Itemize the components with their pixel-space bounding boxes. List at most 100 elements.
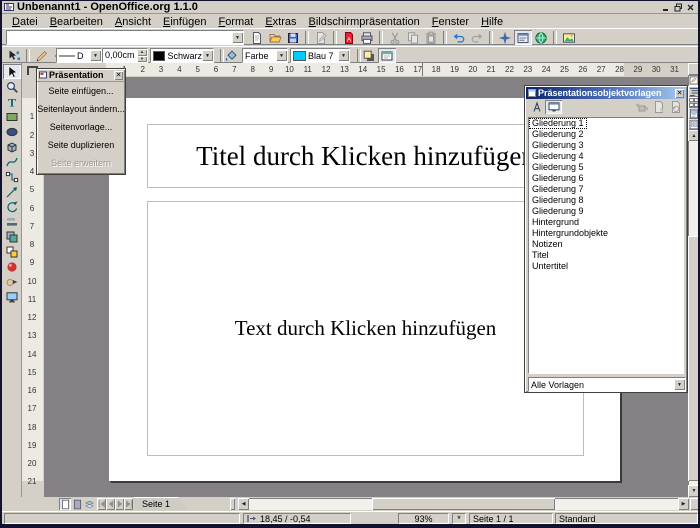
style-item-untertitel[interactable]: Untertitel [529, 261, 683, 272]
palette-item-seitenvorlage[interactable]: Seitenvorlage... [37, 118, 125, 136]
curve-tool-button[interactable] [3, 154, 21, 169]
close-button[interactable] [685, 2, 696, 12]
slide-tab[interactable]: Seite 1 [134, 497, 188, 510]
line-style-arrow[interactable]: ▼ [90, 50, 101, 61]
style-item-hintergrundobjekte[interactable]: Hintergrundobjekte [529, 228, 683, 239]
presentation-box-toggle-button[interactable] [378, 48, 396, 63]
effects-tool-button[interactable] [3, 259, 21, 274]
palette-close-button[interactable]: ✕ [114, 71, 123, 80]
outline-view-button[interactable] [688, 86, 698, 97]
edit-points-button[interactable] [5, 48, 23, 63]
drawing-view-button[interactable] [688, 75, 698, 86]
menu-format[interactable]: Format [212, 16, 259, 28]
rectangle-tool-button[interactable] [3, 109, 21, 124]
title-placeholder[interactable]: Titel durch Klicken hinzufügen [147, 124, 584, 188]
menu-bildschirmprasentation[interactable]: Bildschirmpräsentation [303, 16, 426, 28]
style-item-notizen[interactable]: Notizen [529, 239, 683, 250]
text-tool-button[interactable]: T [3, 94, 21, 109]
connector-tool-button[interactable] [3, 169, 21, 184]
open-document-button[interactable] [266, 30, 284, 45]
background-mode-button[interactable] [71, 498, 83, 510]
fill-color-select[interactable]: Blau 7 ▼ [290, 48, 350, 63]
ruler-corner-button[interactable] [688, 63, 698, 75]
fill-bucket-button[interactable] [222, 48, 240, 63]
notes-view-button[interactable] [688, 108, 698, 119]
scroll-down-button[interactable]: ▼ [688, 485, 698, 497]
style-item-gliederung-6[interactable]: Gliederung 6 [529, 173, 683, 184]
style-item-gliederung-2[interactable]: Gliederung 2 [529, 129, 683, 140]
restore-button[interactable] [673, 2, 684, 12]
line-width-spinner[interactable]: 0,00cm ▲▼ [102, 48, 148, 63]
lines-arrows-tool-button[interactable] [3, 184, 21, 199]
url-dropdown-arrow[interactable]: ▼ [232, 32, 243, 43]
status-zoom-field[interactable]: 93% [398, 513, 449, 524]
style-filter-arrow[interactable]: ▼ [674, 379, 685, 390]
3d-objects-tool-button[interactable] [3, 139, 21, 154]
menu-ansicht[interactable]: Ansicht [109, 16, 157, 28]
horizontal-scrollbar-track[interactable] [249, 498, 678, 510]
url-combobox[interactable]: ▼ [6, 30, 244, 45]
scroll-up-button[interactable]: ▲ [688, 130, 698, 141]
palette-item-seite-duplizieren[interactable]: Seite duplizieren [37, 136, 125, 154]
style-item-gliederung-9[interactable]: Gliederung 9 [529, 206, 683, 217]
insert-tool-button[interactable] [3, 244, 21, 259]
select-tool-button[interactable] [3, 64, 21, 79]
line-width-down[interactable]: ▼ [137, 56, 147, 63]
line-color-arrow[interactable]: ▼ [202, 50, 213, 61]
stylist-close-button[interactable]: ✕ [675, 89, 684, 98]
handout-view-button[interactable] [688, 119, 698, 130]
undo-button[interactable] [450, 30, 468, 45]
menu-bearbeiten[interactable]: Bearbeiten [44, 16, 109, 28]
menu-extras[interactable]: Extras [259, 16, 302, 28]
graphic-styles-button[interactable] [528, 100, 545, 114]
slide-view-button[interactable] [688, 97, 698, 108]
fill-type-select[interactable]: Farbe ▼ [242, 48, 288, 63]
style-item-titel[interactable]: Titel [529, 250, 683, 261]
scroll-right-button[interactable]: ▶ [678, 498, 689, 510]
body-placeholder[interactable]: Text durch Klicken hinzufügen [147, 201, 584, 456]
save-document-button[interactable] [284, 30, 302, 45]
pen-line-button[interactable] [33, 48, 51, 63]
fill-color-arrow[interactable]: ▼ [338, 50, 349, 61]
menu-einfugen[interactable]: Einfügen [157, 16, 212, 28]
palette-item-seite-einfugen[interactable]: Seite einfügen... [37, 82, 125, 100]
status-position-field[interactable]: 18,45 / -0,54 [243, 513, 351, 524]
style-item-gliederung-3[interactable]: Gliederung 3 [529, 140, 683, 151]
vertical-scrollbar-track[interactable] [688, 141, 698, 485]
tab-scrollbar-splitter[interactable] [230, 498, 235, 510]
menu-fenster[interactable]: Fenster [426, 16, 475, 28]
status-page-field[interactable]: Seite 1 / 1 [469, 513, 553, 524]
ellipse-tool-button[interactable] [3, 124, 21, 139]
gallery-button[interactable] [560, 30, 578, 45]
style-filter-select[interactable]: Alle Vorlagen ▼ [528, 377, 686, 392]
stylist-button[interactable] [514, 30, 532, 45]
shadow-button[interactable] [360, 48, 378, 63]
minimize-button[interactable] [661, 2, 672, 12]
layer-mode-button[interactable] [83, 498, 95, 510]
style-item-gliederung-1[interactable]: Gliederung 1 [529, 118, 587, 129]
line-style-select[interactable]: D ▼ [56, 48, 102, 63]
navigator-button[interactable] [496, 30, 514, 45]
resize-corner[interactable] [690, 498, 698, 510]
horizontal-scrollbar-thumb[interactable] [372, 498, 555, 510]
menu-datei[interactable]: Datei [6, 16, 44, 28]
style-item-hintergrund[interactable]: Hintergrund [529, 217, 683, 228]
slideshow-button-button[interactable] [3, 289, 21, 304]
alignment-tool-button[interactable] [3, 214, 21, 229]
presentation-styles-button[interactable] [545, 100, 562, 114]
line-color-select[interactable]: Schwarz ▼ [150, 48, 214, 63]
print-file-button[interactable] [358, 30, 376, 45]
style-item-gliederung-7[interactable]: Gliederung 7 [529, 184, 683, 195]
rotate-tool-button[interactable] [3, 199, 21, 214]
style-item-gliederung-8[interactable]: Gliederung 8 [529, 195, 683, 206]
vertical-scrollbar-thumb[interactable] [688, 236, 698, 481]
export-pdf-button[interactable]: A [340, 30, 358, 45]
new-document-button[interactable] [248, 30, 266, 45]
fill-type-arrow[interactable]: ▼ [276, 50, 287, 61]
style-listbox[interactable]: Gliederung 1Gliederung 2Gliederung 3 Glie… [528, 117, 684, 374]
presentation-palette-titlebar[interactable]: Präsentation ✕ [37, 69, 125, 82]
scroll-left-button[interactable]: ◀ [238, 498, 249, 510]
arrange-tool-button[interactable] [3, 229, 21, 244]
horizontal-ruler[interactable]: 1234567891011121314151617181920212223242… [44, 63, 688, 78]
status-template-field[interactable]: Standard [555, 513, 698, 524]
